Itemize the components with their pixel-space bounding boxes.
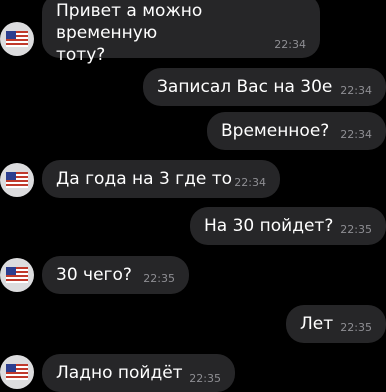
message-text-line: тоту? (56, 45, 106, 65)
message-bubble[interactable]: Ладно пойдёт 22:35 (42, 354, 235, 392)
message-bubble[interactable]: На 30 пойдет? 22:35 (190, 207, 386, 245)
message-time: 22:34 (340, 128, 372, 141)
message-bubble[interactable]: Временное? 22:34 (207, 112, 386, 150)
message-time: 22:35 (143, 272, 175, 285)
contact-avatar[interactable] (0, 163, 34, 197)
us-flag-avatar-icon (6, 364, 28, 380)
message-text: Да года на 3 где то (56, 169, 233, 189)
message-bubble[interactable]: Да года на 3 где то 22:34 (42, 160, 280, 198)
message-text: На 30 пойдет? (204, 216, 334, 236)
message-time: 22:34 (340, 84, 372, 97)
message-time: 22:34 (274, 38, 306, 51)
chat-thread: Привет а можно временную тоту? 22:34 Зап… (0, 0, 386, 392)
message-time: 22:35 (340, 223, 372, 236)
message-time: 22:35 (340, 321, 372, 334)
us-flag-avatar-icon (6, 172, 28, 188)
message-text: Записал Вас на 30е (157, 77, 333, 97)
us-flag-avatar-icon (6, 267, 28, 283)
message-bubble[interactable]: 30 чего? 22:35 (42, 256, 189, 294)
message-text: 30 чего? (56, 265, 132, 285)
message-time: 22:34 (234, 176, 266, 189)
message-bubble[interactable]: Записал Вас на 30е 22:34 (143, 68, 386, 106)
message-bubble[interactable]: Лет 22:35 (286, 305, 386, 343)
message-time: 22:35 (189, 372, 221, 385)
message-text: Ладно пойдёт (56, 363, 183, 383)
message-text: Временное? (221, 121, 330, 141)
message-bubble[interactable]: Привет а можно временную тоту? 22:34 (42, 0, 320, 65)
us-flag-avatar-icon (6, 31, 28, 47)
contact-avatar[interactable] (0, 355, 34, 389)
message-text-line: Привет а можно временную (56, 1, 203, 43)
contact-avatar[interactable] (0, 22, 34, 56)
contact-avatar[interactable] (0, 258, 34, 292)
message-text: Лет (300, 314, 334, 334)
